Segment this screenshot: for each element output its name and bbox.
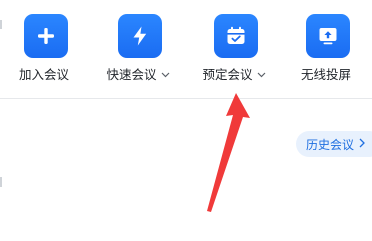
meeting-home: 加入会议 快速会议 预定会议 无线投屏 历史会议 [0,0,372,241]
annotation-arrow [207,93,250,212]
